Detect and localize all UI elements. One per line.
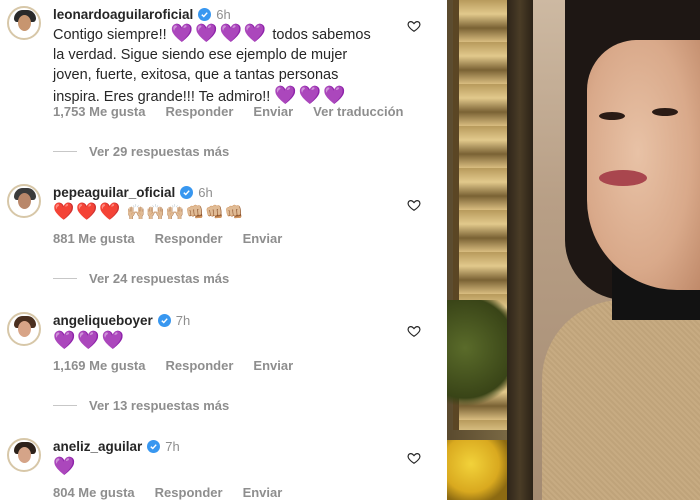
eye: [599, 112, 625, 120]
comment-username[interactable]: leonardoaguilaroficial: [53, 7, 193, 22]
comment-username[interactable]: pepeaguilar_oficial: [53, 185, 175, 200]
comment-username[interactable]: angeliqueboyer: [53, 313, 153, 328]
send-button[interactable]: Enviar: [243, 485, 283, 500]
view-more-replies-label: Ver 13 respuestas más: [89, 398, 230, 413]
comment-time: 6h: [198, 184, 213, 200]
avatar[interactable]: [7, 184, 41, 218]
likes-count[interactable]: 1,169 Me gusta: [53, 358, 146, 373]
comment-time: 7h: [175, 312, 191, 328]
likes-count[interactable]: 881 Me gusta: [53, 231, 135, 246]
verified-badge-icon: [180, 185, 194, 199]
plant: [447, 300, 507, 420]
avatar[interactable]: [7, 6, 41, 40]
profile-photo: [447, 0, 700, 500]
view-more-replies[interactable]: Ver 13 respuestas más: [53, 398, 229, 413]
heart-like-icon[interactable]: [407, 324, 421, 338]
comment-text: 💜💜💜: [53, 330, 383, 352]
view-more-replies[interactable]: Ver 24 respuestas más: [53, 271, 229, 286]
comments-panel: leonardoaguilaroficial 6h Contigo siempr…: [0, 0, 447, 500]
likes-count[interactable]: 804 Me gusta: [53, 485, 135, 500]
comment-text: 💜: [53, 456, 383, 478]
comment-time: 7h: [165, 438, 180, 454]
comment-text-line: todos sabemos: [272, 27, 371, 43]
purple-hearts-emoji: 💜💜💜: [274, 85, 348, 105]
comment-text-line: inspira. Eres grande!!! Te admiro!!: [53, 89, 271, 105]
hands-emoji: 🙌🏼🙌🏼🙌🏼👊🏼👊🏼👊🏼: [126, 204, 245, 221]
lips: [599, 170, 647, 186]
verified-badge-icon: [147, 439, 161, 453]
send-button[interactable]: Enviar: [253, 104, 293, 119]
yellow-flowers: [447, 440, 507, 500]
verified-badge-icon: [157, 313, 171, 327]
view-more-replies[interactable]: Ver 29 respuestas más: [53, 144, 229, 159]
heart-like-icon[interactable]: [407, 451, 421, 465]
comment-time: 6h: [216, 6, 231, 22]
face: [587, 40, 700, 290]
heart-like-icon[interactable]: [407, 198, 421, 212]
comment-username[interactable]: aneliz_aguilar: [53, 439, 142, 454]
purple-hearts-emoji: 💜💜💜💜: [170, 23, 269, 43]
heart-like-icon[interactable]: [407, 19, 421, 33]
red-hearts-emoji: ❤️❤️❤️: [53, 202, 123, 221]
comment-text: Contigo siempre!! 💜💜💜💜 todos sabemos la …: [53, 23, 383, 107]
avatar[interactable]: [7, 312, 41, 346]
comment-text-line: joven, fuerte, exitosa, que a tantas per…: [53, 67, 339, 83]
eye: [652, 108, 678, 116]
comment-text: ❤️❤️❤️ 🙌🏼🙌🏼🙌🏼👊🏼👊🏼👊🏼: [53, 202, 383, 223]
reply-button[interactable]: Responder: [155, 231, 223, 246]
view-more-replies-label: Ver 24 respuestas más: [89, 271, 230, 286]
purple-hearts-emoji: 💜💜💜: [53, 330, 127, 350]
reply-button[interactable]: Responder: [166, 104, 234, 119]
purple-hearts-emoji: 💜: [53, 456, 78, 476]
view-more-replies-label: Ver 29 respuestas más: [89, 144, 230, 159]
comment-text-line: Contigo siempre!!: [53, 27, 167, 43]
translate-button[interactable]: Ver traducción: [313, 104, 403, 119]
reply-button[interactable]: Responder: [166, 358, 234, 373]
send-button[interactable]: Enviar: [253, 358, 293, 373]
sweater: [542, 300, 700, 500]
send-button[interactable]: Enviar: [243, 231, 283, 246]
comment-text-line: la verdad. Sigue siendo ese ejemplo de m…: [53, 47, 348, 63]
verified-badge-icon: [198, 7, 212, 21]
avatar[interactable]: [7, 438, 41, 472]
likes-count[interactable]: 1,753 Me gusta: [53, 104, 146, 119]
reply-button[interactable]: Responder: [155, 485, 223, 500]
